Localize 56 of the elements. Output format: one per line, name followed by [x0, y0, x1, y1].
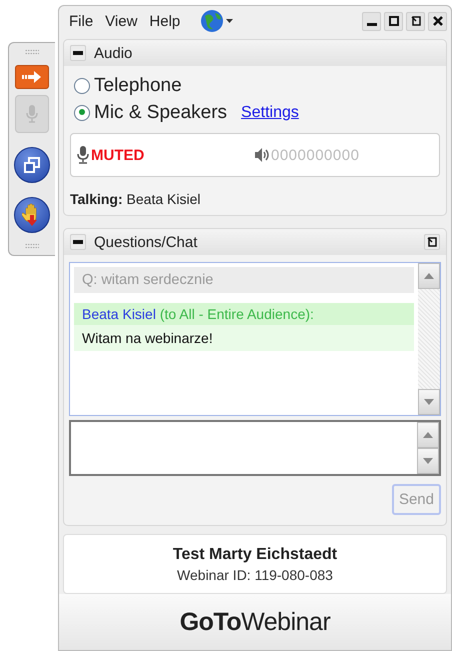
raise-hand-button[interactable] [14, 197, 50, 233]
webinar-id: Webinar ID: 119-080-083 [177, 566, 333, 582]
minimize-icon [366, 22, 376, 26]
windows-button[interactable] [14, 147, 50, 183]
scroll-down-button[interactable] [418, 389, 440, 415]
section-title: Audio [94, 44, 132, 62]
recipient-label: (to All - Entire Audience): [160, 306, 314, 322]
up-arrow-icon [423, 432, 433, 438]
close-button[interactable] [428, 12, 447, 30]
chat-input-field[interactable] [69, 420, 441, 476]
arrow-icon [21, 70, 43, 84]
language-dropdown[interactable] [200, 9, 234, 33]
radio-label[interactable]: Telephone [94, 74, 182, 96]
grip-handle[interactable] [25, 49, 39, 55]
detach-icon [410, 16, 420, 26]
sender-name: Beata Kisiel [82, 306, 156, 322]
microphone-icon [26, 104, 38, 124]
minus-icon [73, 240, 83, 244]
arrow-button[interactable] [15, 65, 49, 89]
radio-button[interactable] [74, 78, 90, 94]
mute-status: MUTED [91, 146, 144, 164]
grip-handle[interactable] [25, 243, 39, 249]
globe-icon [200, 9, 234, 33]
menu-item[interactable]: File [69, 12, 94, 30]
up-arrow-icon [424, 273, 434, 279]
popout-icon [427, 237, 437, 247]
organizer-name: Test Marty Eichstaedt [172, 546, 338, 564]
popout-button[interactable] [424, 234, 440, 250]
maximize-icon [388, 16, 398, 26]
chat-message: Witam na webinarze! [81, 329, 214, 348]
section-title: Questions/Chat [94, 234, 198, 250]
minimize-button[interactable] [362, 12, 381, 30]
scroll-up-button[interactable] [417, 422, 439, 448]
collapse-button[interactable] [70, 45, 86, 61]
speaker-icon [255, 148, 269, 162]
radio-button[interactable] [74, 104, 90, 120]
speaker-level-meter: 0000000000 [271, 146, 360, 164]
menu-item[interactable]: Help [149, 12, 180, 30]
detach-button[interactable] [406, 12, 425, 30]
radio-label[interactable]: Mic & Speakers [94, 102, 228, 124]
microphone-icon [77, 146, 89, 164]
down-arrow-icon [423, 458, 433, 464]
question-item: Q: witam serdecznie [74, 267, 414, 293]
scrollbar[interactable] [418, 263, 440, 415]
collapse-button[interactable] [70, 234, 86, 250]
scroll-up-button[interactable] [418, 263, 440, 289]
windows-icon [24, 157, 40, 173]
minus-icon [73, 51, 83, 55]
logo: GoToWebinar [180, 608, 330, 636]
talking-status: Talking: Beata Kisiel [70, 191, 202, 207]
down-arrow-icon [424, 399, 434, 405]
close-icon [432, 16, 442, 26]
settings-link[interactable]: Settings [241, 104, 299, 122]
scroll-down-button[interactable] [417, 448, 439, 474]
maximize-button[interactable] [384, 12, 403, 30]
menu-item[interactable]: View [105, 12, 138, 30]
